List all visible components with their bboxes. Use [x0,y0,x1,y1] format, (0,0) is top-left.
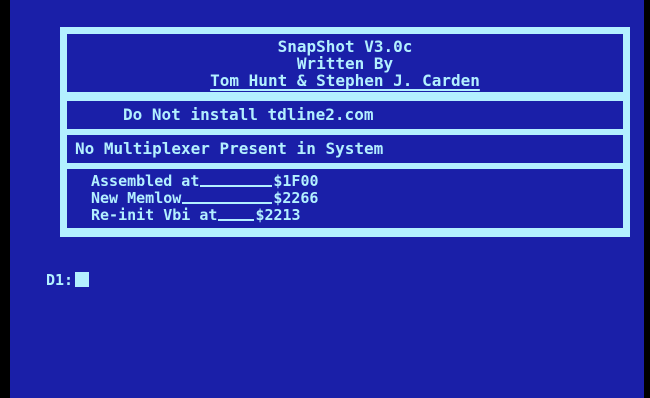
leader-line [218,219,255,221]
info-row-memlow: New Memlow $2266 [91,190,623,207]
drive-prompt-label: D1: [46,271,74,289]
command-prompt[interactable]: D1: [46,271,90,289]
info-value: $1F00 [273,172,319,190]
terminal-screen: SnapShot V3.0c Written By Tom Hunt & Ste… [10,0,644,398]
info-label: Re-init Vbi at [91,206,218,224]
info-row-assembled: Assembled at $1F00 [91,173,623,190]
info-value: $2266 [273,189,319,207]
program-title: SnapShot V3.0c [277,37,413,56]
title-panel: SnapShot V3.0c Written By Tom Hunt & Ste… [67,34,623,92]
leader-line [182,202,273,204]
info-panel: Assembled at $1F00 New Memlow $2266 Re-ini… [67,169,623,228]
notice-install: Do Not install tdline2.com [67,101,623,129]
info-label: New Memlow [91,189,182,207]
info-value: $2213 [255,206,301,224]
banner-frame: SnapShot V3.0c Written By Tom Hunt & Ste… [60,27,630,237]
written-by-label: Written By [296,54,394,73]
info-row-vbi: Re-init Vbi at $2213 [91,207,623,224]
text-cursor [75,272,90,287]
leader-line [200,185,273,187]
authors-line: Tom Hunt & Stephen J. Carden [210,71,480,90]
notice-multiplexer: No Multiplexer Present in System [67,135,623,163]
info-label: Assembled at [91,172,200,190]
